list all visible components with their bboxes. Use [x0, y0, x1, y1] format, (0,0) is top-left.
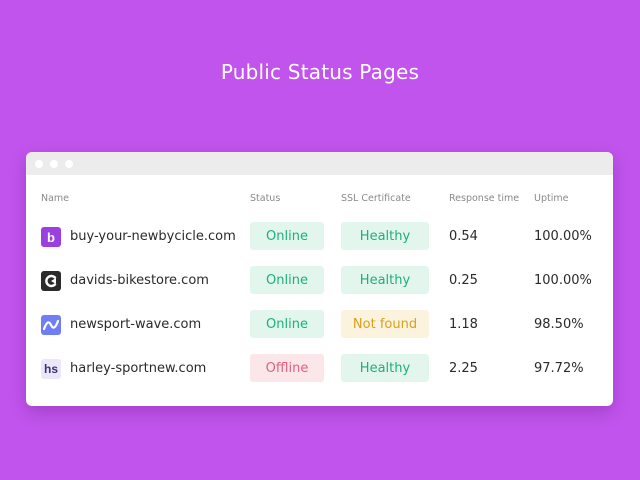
header-status: Status: [250, 193, 281, 204]
table-header: Name Status SSL Certificate Response tim…: [26, 193, 613, 207]
header-uptime: Uptime: [534, 193, 569, 204]
header-response: Response time: [449, 193, 520, 204]
uptime-value: 97.72%: [534, 361, 584, 376]
response-time: 0.54: [449, 229, 478, 244]
uptime-value: 100.00%: [534, 273, 592, 288]
header-ssl: SSL Certificate: [341, 193, 411, 204]
ssl-badge: Healthy: [341, 266, 429, 294]
page-title: Public Status Pages: [220, 60, 420, 84]
window-titlebar: [26, 152, 613, 175]
b-letter-icon: b: [41, 227, 61, 247]
ssl-badge: Not found: [341, 310, 429, 338]
wave-logo-icon: [41, 315, 61, 335]
ssl-badge: Healthy: [341, 354, 429, 382]
response-time: 2.25: [449, 361, 478, 376]
table-row[interactable]: newsport-wave.com Online Not found 1.18 …: [26, 310, 613, 340]
c-arrow-logo-icon: [41, 271, 61, 291]
c-arrow-logo-icon: [45, 274, 57, 288]
window-dot-icon: [50, 160, 58, 168]
window-dot-icon: [35, 160, 43, 168]
browser-window: Name Status SSL Certificate Response tim…: [26, 152, 613, 406]
site-name[interactable]: buy-your-newbycicle.com: [70, 229, 236, 244]
uptime-value: 98.50%: [534, 317, 584, 332]
status-badge: Online: [250, 266, 324, 294]
site-name[interactable]: davids-bikestore.com: [70, 273, 209, 288]
wave-logo-icon: [43, 319, 59, 331]
window-dot-icon: [65, 160, 73, 168]
uptime-value: 100.00%: [534, 229, 592, 244]
response-time: 1.18: [449, 317, 478, 332]
status-badge: Offline: [250, 354, 324, 382]
table-row[interactable]: b buy-your-newbycicle.com Online Healthy…: [26, 222, 613, 252]
ssl-badge: Healthy: [341, 222, 429, 250]
site-name[interactable]: newsport-wave.com: [70, 317, 201, 332]
table-row[interactable]: davids-bikestore.com Online Healthy 0.25…: [26, 266, 613, 296]
header-name: Name: [41, 193, 70, 204]
status-badge: Online: [250, 310, 324, 338]
table-row[interactable]: hs harley-sportnew.com Offline Healthy 2…: [26, 354, 613, 384]
status-badge: Online: [250, 222, 324, 250]
hs-letters-icon: hs: [41, 359, 61, 379]
site-name[interactable]: harley-sportnew.com: [70, 361, 206, 376]
response-time: 0.25: [449, 273, 478, 288]
